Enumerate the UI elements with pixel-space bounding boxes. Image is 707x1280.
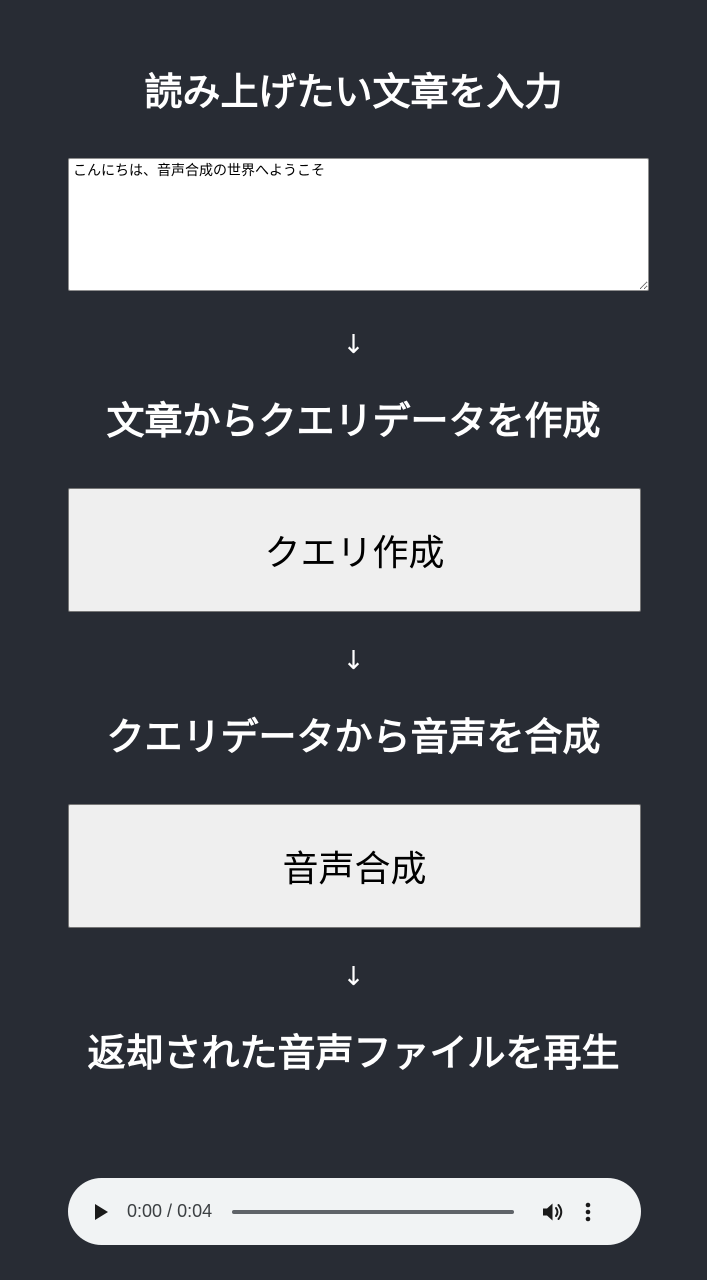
synthesize-button[interactable]: 音声合成 bbox=[68, 804, 641, 928]
volume-icon[interactable] bbox=[542, 1200, 566, 1224]
audio-player: 0:00 / 0:04 bbox=[68, 1178, 641, 1245]
more-vert-icon[interactable] bbox=[580, 1200, 596, 1224]
heading-play-audio: 返却された音声ファイルを再生 bbox=[87, 1031, 620, 1075]
heading-synthesize: クエリデータから音声を合成 bbox=[106, 715, 601, 759]
flow-arrow-1: ↓ bbox=[342, 330, 365, 360]
time-display: 0:00 / 0:04 bbox=[127, 1201, 212, 1222]
play-icon[interactable] bbox=[90, 1201, 112, 1223]
seek-bar[interactable] bbox=[232, 1209, 515, 1214]
heading-create-query: 文章からクエリデータを作成 bbox=[106, 399, 601, 443]
create-query-button[interactable]: クエリ作成 bbox=[68, 488, 641, 612]
time-separator: / bbox=[162, 1201, 178, 1221]
text-input[interactable] bbox=[68, 158, 649, 291]
flow-arrow-2: ↓ bbox=[342, 646, 365, 676]
heading-input-text: 読み上げたい文章を入力 bbox=[144, 70, 563, 114]
current-time: 0:00 bbox=[127, 1201, 163, 1221]
flow-arrow-3: ↓ bbox=[342, 962, 365, 992]
duration: 0:04 bbox=[177, 1201, 213, 1221]
